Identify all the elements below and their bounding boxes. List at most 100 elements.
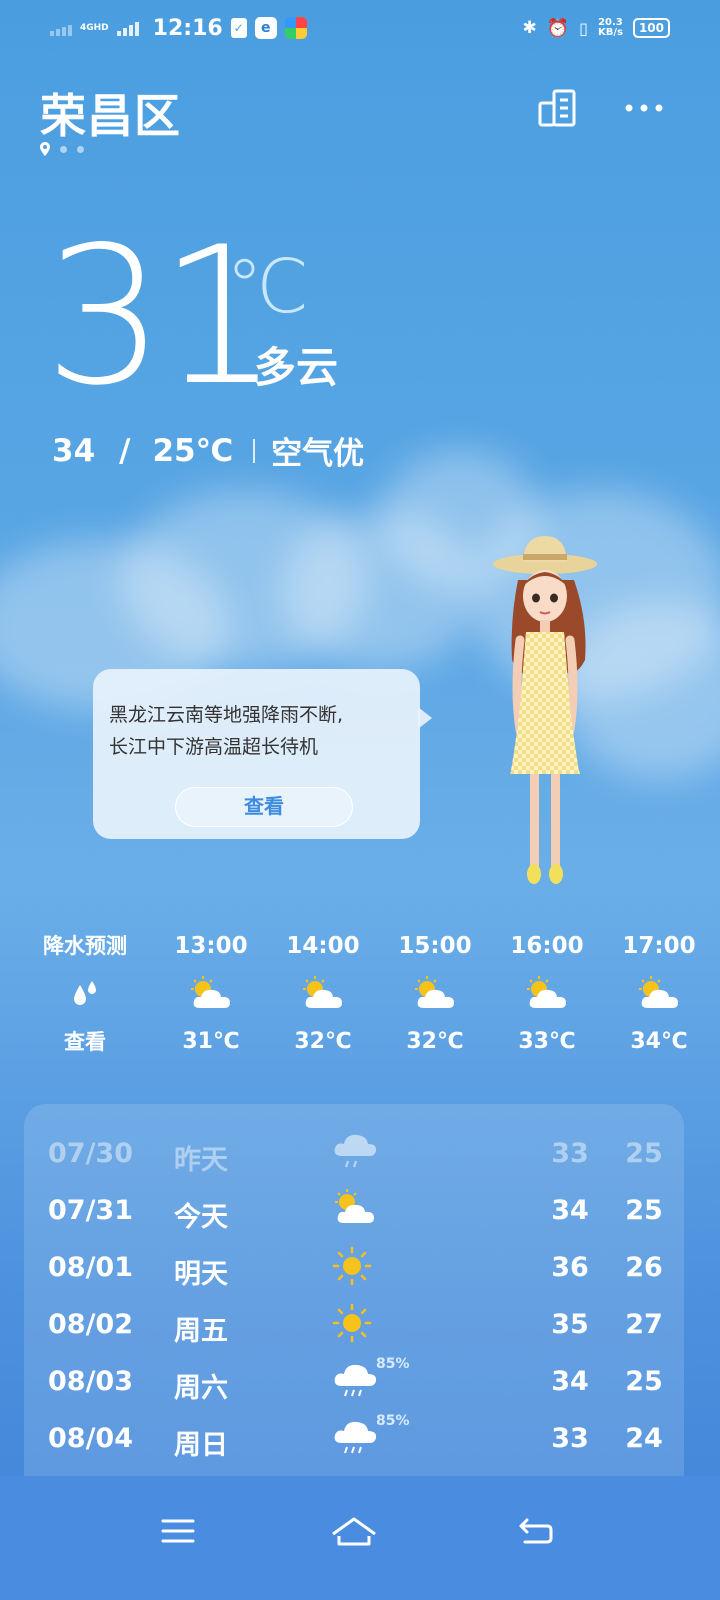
back-button[interactable] — [506, 1506, 566, 1556]
daily-row[interactable]: 08/04 周日 85% 33 24 — [24, 1411, 684, 1468]
more-icon — [625, 104, 663, 112]
daily-day: 周日 — [174, 1430, 228, 1461]
signal-icon — [50, 20, 72, 36]
hourly-item: 14:00 32℃ — [268, 928, 378, 1060]
precip-view-button[interactable]: 查看 — [30, 1024, 140, 1060]
city-manage-button[interactable] — [535, 86, 579, 130]
rain-icon — [334, 1421, 377, 1454]
daily-row-yesterday[interactable]: 07/30 昨天 33 25 — [24, 1126, 684, 1183]
precip-chance: 85% — [376, 1413, 410, 1429]
daily-day: 明天 — [174, 1259, 228, 1290]
daily-day: 周六 — [174, 1373, 228, 1404]
low-temp: 25℃ — [152, 432, 234, 469]
city-name[interactable]: 荣昌区 — [40, 80, 181, 146]
daily-low: 27 — [625, 1309, 663, 1340]
page-dot — [77, 145, 84, 153]
daily-day: 今天 — [174, 1202, 228, 1233]
hourly-forecast[interactable]: 降水预测 查看 13:00 31℃ 14:00 32℃ 15:00 32℃ 16… — [0, 928, 720, 1068]
home-button[interactable] — [324, 1506, 384, 1556]
daily-high: 33 — [551, 1138, 589, 1169]
partly-cloudy-icon — [191, 976, 230, 1008]
precip-label: 降水预测 — [43, 934, 127, 958]
building-icon — [538, 89, 576, 127]
daily-date: 08/01 — [48, 1252, 134, 1283]
bluetooth-icon: ✱ — [522, 18, 537, 38]
partly-cloudy-icon — [527, 976, 566, 1008]
daily-high: 36 — [551, 1252, 589, 1283]
menu-button[interactable] — [148, 1506, 208, 1556]
daily-row[interactable]: 08/01 明天 36 26 — [24, 1240, 684, 1297]
status-bar: 4GHD 12:16 ✓ e ✱ ⏰ ▯ 20.3 KB/s 100 — [0, 0, 720, 56]
daily-high: 33 — [551, 1423, 589, 1454]
hourly-item: 13:00 31℃ — [156, 928, 266, 1060]
system-nav-bar — [0, 1476, 720, 1600]
daily-date: 08/02 — [48, 1309, 134, 1340]
page-indicator — [40, 142, 84, 156]
home-icon — [332, 1517, 376, 1546]
daily-low: 26 — [625, 1252, 663, 1283]
partly-cloudy-icon — [303, 976, 342, 1008]
high-temp: 34 — [52, 432, 96, 469]
daily-low: 24 — [625, 1423, 663, 1454]
daily-high: 34 — [551, 1366, 589, 1397]
hourly-item: 17:00 34℃ — [604, 928, 714, 1060]
daily-low: 25 — [625, 1195, 663, 1226]
sun-icon — [332, 1246, 372, 1286]
daily-day: 昨天 — [174, 1145, 228, 1176]
water-drop-icon — [74, 981, 96, 1005]
hour-temp: 34℃ — [630, 1029, 688, 1054]
daily-date: 08/03 — [48, 1366, 134, 1397]
weather-character-illustration[interactable] — [490, 530, 600, 890]
hour-time: 15:00 — [398, 933, 472, 959]
hour-temp: 32℃ — [294, 1029, 352, 1054]
photos-app-icon — [284, 17, 307, 39]
daily-day: 周五 — [174, 1316, 228, 1347]
hourly-item: 15:00 32℃ — [380, 928, 490, 1060]
partly-cloudy-icon — [335, 1189, 374, 1223]
sun-icon — [332, 1303, 372, 1343]
range-slash: / — [119, 432, 131, 469]
menu-icon — [161, 1519, 195, 1543]
clipboard-check-icon: ✓ — [230, 18, 247, 38]
hour-temp: 33℃ — [518, 1029, 576, 1054]
network-speed: 20.3 KB/s — [597, 17, 623, 38]
hour-time: 14:00 — [286, 933, 360, 959]
daily-low: 25 — [625, 1366, 663, 1397]
temperature-range: 34 / 25℃ 空气优 — [52, 428, 364, 473]
hour-time: 13:00 — [174, 933, 248, 959]
daily-date: 07/31 — [48, 1195, 134, 1226]
page-dot — [60, 145, 67, 153]
network-type: 4GHD — [80, 22, 109, 33]
weather-notice-bubble: 黑龙江云南等地强降雨不断, 长江中下游高温超长待机 查看 — [93, 669, 432, 839]
hourly-item: 16:00 33℃ — [492, 928, 602, 1060]
daily-row[interactable]: 08/03 周六 85% 34 25 — [24, 1354, 684, 1411]
partly-cloudy-icon — [415, 976, 454, 1008]
notice-line-1: 黑龙江云南等地强降雨不断, — [109, 704, 344, 726]
daily-date: 08/04 — [48, 1423, 134, 1454]
more-button[interactable] — [622, 86, 666, 130]
back-icon — [519, 1518, 553, 1544]
hour-time: 17:00 — [622, 933, 696, 959]
air-quality[interactable]: 空气优 — [271, 428, 364, 473]
daily-high: 34 — [551, 1195, 589, 1226]
vibrate-icon: ▯ — [579, 18, 588, 38]
cloud-drizzle-icon — [334, 1134, 377, 1168]
hour-time: 16:00 — [510, 933, 584, 959]
daily-date: 07/30 — [48, 1138, 134, 1169]
daily-row-today[interactable]: 07/31 今天 34 25 — [24, 1183, 684, 1240]
view-notice-button[interactable]: 查看 — [175, 787, 353, 827]
precipitation-forecast[interactable]: 降水预测 查看 — [30, 928, 140, 1060]
divider — [253, 438, 256, 463]
daily-row[interactable]: 08/02 周五 35 27 — [24, 1297, 684, 1354]
clock: 12:16 — [152, 15, 223, 41]
location-icon — [40, 142, 50, 156]
daily-low: 25 — [625, 1138, 663, 1169]
alarm-icon: ⏰ — [546, 17, 570, 39]
hour-temp: 31℃ — [182, 1029, 240, 1054]
notice-line-2: 长江中下游高温超长待机 — [109, 736, 319, 758]
daily-high: 35 — [551, 1309, 589, 1340]
precip-chance: 85% — [376, 1356, 410, 1372]
daily-forecast-panel[interactable]: 07/30 昨天 33 25 07/31 今天 34 25 08/01 明天 3… — [24, 1104, 684, 1476]
weather-condition: 多云 — [254, 343, 339, 392]
temperature-unit: ℃ — [226, 244, 310, 330]
